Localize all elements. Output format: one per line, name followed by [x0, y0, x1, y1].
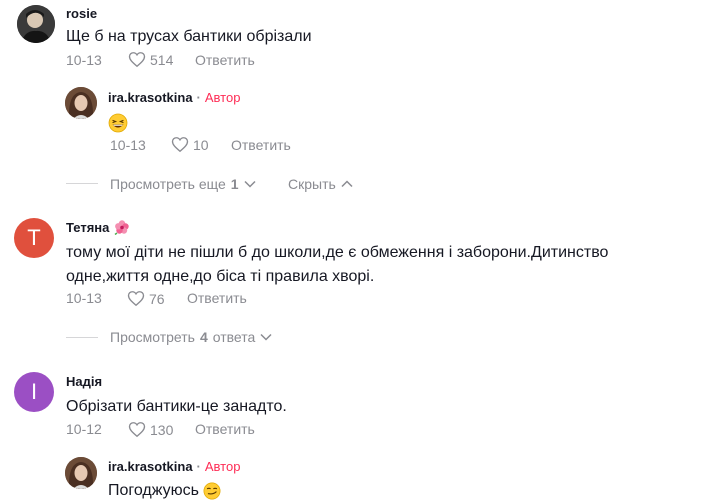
reply-button[interactable]: Ответить: [187, 290, 247, 306]
author-badge: Автор: [204, 90, 241, 105]
separator-dot: ·: [196, 459, 201, 474]
hide-replies-button[interactable]: Скрыть: [288, 176, 353, 192]
like-count: 76: [149, 290, 165, 307]
like-count: 130: [150, 421, 174, 438]
like-button[interactable]: 10: [171, 136, 209, 153]
comment-username[interactable]: Тетяна: [66, 220, 109, 235]
reply-text-row: Погоджуюсь: [108, 478, 221, 503]
comment-date: 10-13: [66, 52, 102, 68]
comment-username-row: Тетяна: [66, 219, 130, 235]
laughing-emoji-icon: [108, 113, 128, 133]
author-badge: Автор: [204, 459, 241, 474]
comment-username[interactable]: rosie: [66, 6, 97, 21]
comment-username[interactable]: Надія: [66, 374, 102, 389]
like-button[interactable]: 514: [128, 51, 173, 68]
avatar-photo-icon: [65, 457, 97, 489]
reply-button[interactable]: Ответить: [195, 52, 255, 68]
comment-date: 10-13: [66, 290, 102, 306]
comment-text: Обрізати бантики-це занадто.: [66, 398, 287, 415]
avatar[interactable]: [65, 87, 97, 119]
thread-divider: [66, 337, 98, 338]
reply-username[interactable]: ira.krasotkina: [108, 459, 193, 474]
like-button[interactable]: 76: [127, 290, 165, 307]
avatar-letter: I: [30, 379, 38, 404]
reply-username[interactable]: ira.krasotkina: [108, 90, 193, 105]
view-more-suffix: ответа: [212, 329, 256, 345]
chevron-down-icon: [260, 333, 272, 341]
avatar-photo-icon: [65, 87, 97, 119]
like-count: 10: [193, 136, 209, 153]
chevron-down-icon: [244, 180, 256, 188]
view-more-label: Просмотреть: [110, 329, 195, 345]
hide-label: Скрыть: [288, 176, 336, 192]
heart-outline-icon: [128, 422, 146, 438]
chevron-up-icon: [341, 180, 353, 188]
avatar[interactable]: T: [14, 218, 54, 258]
view-more-replies-button[interactable]: Просмотреть 4 ответа: [110, 329, 272, 345]
reply-date: 10-13: [110, 137, 146, 153]
view-more-replies-button[interactable]: Просмотреть еще 1: [110, 176, 256, 192]
reply-username-row: ira.krasotkina · Автор: [108, 459, 240, 474]
reply-username-row: ira.krasotkina · Автор: [108, 90, 240, 105]
avatar[interactable]: [17, 5, 55, 43]
avatar[interactable]: [65, 457, 97, 489]
thread-divider: [66, 183, 98, 184]
hibiscus-emoji-icon: [114, 220, 129, 235]
avatar-photo-icon: [17, 5, 55, 43]
reply-button[interactable]: Ответить: [195, 421, 255, 437]
avatar-letter: T: [27, 225, 41, 250]
comment-text-line: одне,життя одне,до біса ті правила хворі…: [66, 268, 375, 285]
view-more-label: Просмотреть еще: [110, 176, 226, 192]
separator-dot: ·: [196, 90, 201, 105]
heart-outline-icon: [171, 137, 189, 153]
reply-button[interactable]: Ответить: [231, 137, 291, 153]
smirk-emoji-icon: [203, 482, 221, 500]
like-button[interactable]: 130: [128, 421, 173, 438]
comment-text-line: тому мої діти не пішли б до школи,де є о…: [66, 244, 609, 261]
view-more-count: 4: [199, 329, 208, 345]
like-count: 514: [150, 51, 174, 68]
comment-text: Ще б на трусах бантики обрізали: [66, 28, 312, 45]
view-more-count: 1: [230, 176, 239, 192]
reply-text: [108, 110, 128, 135]
comment-date: 10-12: [66, 421, 102, 437]
heart-outline-icon: [127, 291, 145, 307]
avatar[interactable]: I: [14, 372, 54, 412]
reply-text: Погоджуюсь: [108, 482, 199, 499]
heart-outline-icon: [128, 52, 146, 68]
